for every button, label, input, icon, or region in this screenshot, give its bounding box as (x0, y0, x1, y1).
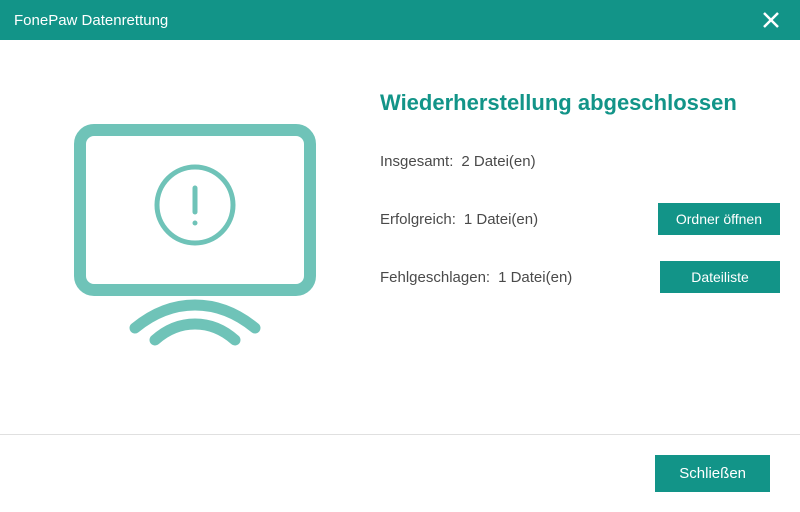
close-icon[interactable] (756, 5, 786, 35)
total-value: 2 Datei(en) (461, 153, 535, 170)
failed-label: Fehlgeschlagen: (380, 269, 490, 286)
titlebar: FonePaw Datenrettung (0, 0, 800, 40)
open-folder-button[interactable]: Ordner öffnen (658, 203, 780, 235)
failed-value: 1 Datei(en) (498, 269, 572, 286)
monitor-illustration (20, 80, 370, 350)
stat-total-row: Insgesamt: 2 Datei(en) (380, 144, 780, 178)
file-list-button[interactable]: Dateiliste (660, 261, 780, 293)
total-label: Insgesamt: (380, 153, 453, 170)
success-label: Erfolgreich: (380, 211, 456, 228)
success-value: 1 Datei(en) (464, 211, 538, 228)
footer: Schließen (0, 434, 800, 512)
stat-success-row: Erfolgreich: 1 Datei(en) Ordner öffnen (380, 202, 780, 236)
content-area: Wiederherstellung abgeschlossen Insgesam… (0, 40, 800, 370)
info-panel: Wiederherstellung abgeschlossen Insgesam… (370, 80, 780, 350)
completion-heading: Wiederherstellung abgeschlossen (380, 90, 780, 116)
stat-failed-row: Fehlgeschlagen: 1 Datei(en) Dateiliste (380, 260, 780, 294)
close-button[interactable]: Schließen (655, 455, 770, 492)
app-title: FonePaw Datenrettung (14, 12, 168, 29)
